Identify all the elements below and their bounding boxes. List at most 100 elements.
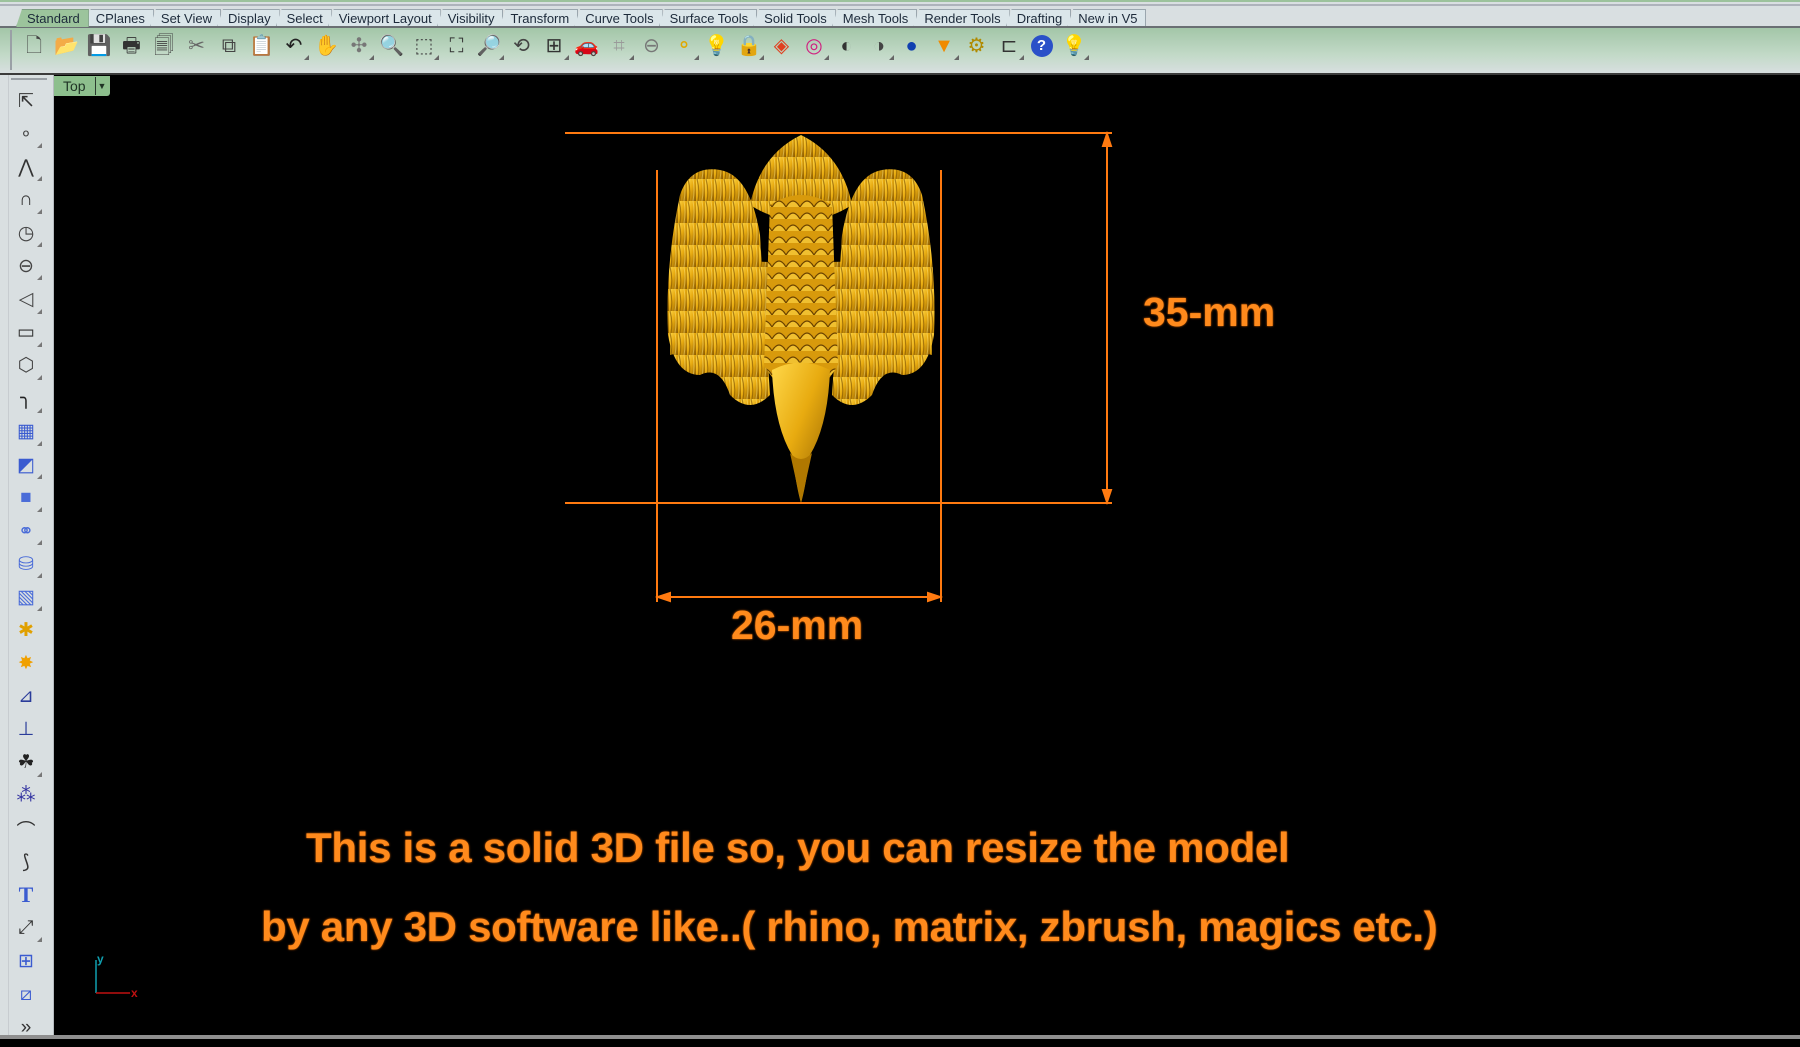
offset-curve-button[interactable]: ⟆: [12, 848, 40, 876]
bulb-toggle-button[interactable]: 💡: [1060, 32, 1089, 60]
open-folder-button[interactable]: 📂: [53, 32, 81, 60]
print-icon: 🖶: [122, 35, 141, 57]
edit-points-button[interactable]: ⌒: [12, 815, 40, 843]
print-button[interactable]: 🖶: [118, 32, 146, 60]
ellipse-button[interactable]: ⊖: [12, 252, 42, 281]
circle-button[interactable]: ◷: [12, 219, 42, 248]
paste-button[interactable]: 📋: [248, 32, 276, 60]
text-tool-button[interactable]: T: [12, 881, 40, 909]
fillet-curve-button[interactable]: ╮: [12, 385, 42, 413]
undo-view-change-button[interactable]: ⟲: [508, 32, 536, 60]
trim-icon: ⊿: [18, 686, 34, 708]
grid-snap-button[interactable]: ⌗: [605, 32, 634, 60]
tab-new-in-v5[interactable]: New in V5: [1067, 9, 1147, 27]
viewport-title[interactable]: Top: [54, 78, 95, 94]
four-viewports-button[interactable]: ⊞: [540, 32, 569, 60]
tab-render-tools[interactable]: Render Tools: [913, 9, 1010, 27]
curve-control-points-button[interactable]: ∩: [12, 186, 42, 215]
box-solid-button[interactable]: ■: [12, 484, 42, 513]
rotate-view-button[interactable]: ✣: [345, 32, 374, 60]
trim-button[interactable]: ⊿: [12, 683, 40, 711]
zoom-selected-button[interactable]: 🔎: [475, 32, 504, 60]
flyout-indicator: [37, 341, 42, 347]
undo-button[interactable]: ↶: [280, 32, 309, 60]
shaded-sphere-button[interactable]: ◐: [833, 32, 861, 60]
point-button[interactable]: ∘: [12, 120, 42, 149]
tab-transform[interactable]: Transform: [499, 9, 579, 27]
orient-button[interactable]: ⧄: [12, 981, 40, 1009]
tab-select[interactable]: Select: [275, 9, 332, 27]
help-button[interactable]: ?: [1028, 32, 1056, 60]
explode-button[interactable]: ✸: [12, 650, 40, 678]
copy-button[interactable]: ⧉: [215, 32, 243, 60]
mesh-button[interactable]: ▧: [12, 583, 42, 612]
rectangle-button[interactable]: ▭: [12, 319, 42, 347]
extrude-surface-button[interactable]: ◩: [12, 451, 42, 480]
flyout-indicator: [629, 55, 634, 60]
boolean-union-button[interactable]: ⚭: [12, 517, 42, 546]
car-options-button[interactable]: 🚗: [573, 32, 601, 60]
light-bulb-button[interactable]: 💡: [703, 32, 731, 60]
cut-button[interactable]: ✂: [183, 32, 211, 60]
zoom-in-out-button[interactable]: 🔍: [378, 32, 406, 60]
toolbar-tab-row: Standard CPlanes Set View Display Select View…: [16, 9, 1147, 27]
polygon-button[interactable]: ⬡: [12, 352, 42, 380]
eagle-ring-model[interactable]: [660, 135, 942, 505]
select-filter-button[interactable]: ⚬: [670, 32, 699, 60]
lock-icon: 🔒: [736, 35, 762, 57]
puzzle-join-button[interactable]: ✱: [12, 617, 40, 645]
select-arrow-button[interactable]: ⇱: [12, 87, 40, 115]
tab-curve-tools[interactable]: Curve Tools: [574, 9, 663, 27]
dimension-button[interactable]: ⊏: [995, 32, 1024, 60]
lock-button[interactable]: 🔒: [735, 32, 764, 60]
split-button[interactable]: ⊥: [12, 716, 40, 744]
viewport-title-tab[interactable]: Top ▼: [54, 76, 110, 96]
tab-standard[interactable]: Standard: [16, 9, 89, 27]
tab-drafting[interactable]: Drafting: [1005, 9, 1072, 27]
document-properties-button[interactable]: 🗐: [150, 32, 178, 60]
zoom-extents-icon: ⛶: [449, 35, 464, 57]
tab-mesh-tools[interactable]: Mesh Tools: [831, 9, 918, 27]
render-button[interactable]: ●: [898, 32, 926, 60]
layer-button[interactable]: ◈: [768, 32, 796, 60]
tab-cplanes[interactable]: CPlanes: [84, 9, 154, 27]
osnap-button[interactable]: ⊖: [638, 32, 666, 60]
spotlight-icon: ▼: [934, 35, 954, 57]
tab-visibility[interactable]: Visibility: [436, 9, 504, 27]
polyline-button[interactable]: ⋀: [12, 153, 42, 182]
group-button[interactable]: ☘: [12, 749, 42, 777]
tab-solid-tools[interactable]: Solid Tools: [753, 9, 836, 27]
tab-display[interactable]: Display: [216, 9, 280, 27]
color-wheel-button[interactable]: ◎: [800, 32, 829, 60]
layer-icon: ◈: [773, 35, 790, 57]
arc-button[interactable]: ◁: [12, 286, 42, 314]
move-button[interactable]: ⤢: [12, 914, 42, 943]
pan-hand-button[interactable]: ✋: [313, 32, 341, 60]
gear-options-button[interactable]: ⚙: [963, 32, 991, 60]
save-button[interactable]: 💾: [85, 32, 113, 60]
toolbar-grip[interactable]: [10, 30, 12, 70]
flyout-indicator: [37, 374, 42, 380]
flyout-indicator: [37, 771, 42, 777]
flyout-indicator: [37, 540, 42, 546]
osnap-icon: ⊖: [643, 35, 660, 57]
spotlight-button[interactable]: ▼: [930, 32, 959, 60]
zoom-extents-button[interactable]: ⛶: [443, 32, 471, 60]
surface-from-points-button[interactable]: ▦: [12, 418, 42, 446]
flyout-indicator: [694, 55, 699, 60]
left-toolbar-grip[interactable]: [11, 78, 47, 80]
rendered-sphere-button[interactable]: ◑: [865, 32, 894, 60]
grid-snap-icon: ⌗: [613, 35, 625, 57]
tab-set-view[interactable]: Set View: [149, 9, 221, 27]
flyout-indicator: [37, 440, 42, 446]
viewport-menu-dropdown-icon[interactable]: ▼: [95, 77, 108, 95]
zoom-window-button[interactable]: ⬚: [410, 32, 439, 60]
tab-surface-tools[interactable]: Surface Tools: [658, 9, 758, 27]
array-button[interactable]: ⊞: [12, 947, 40, 975]
ungroup-button[interactable]: ⁂: [12, 782, 40, 810]
bulb-toggle-icon: 💡: [1061, 35, 1087, 57]
tab-viewport-layout[interactable]: Viewport Layout: [327, 9, 441, 27]
cylinder-button[interactable]: ⛁: [12, 550, 42, 579]
top-toolbar-area: Standard CPlanes Set View Display Select View…: [0, 0, 1800, 75]
new-file-button[interactable]: 🗋: [20, 32, 48, 60]
